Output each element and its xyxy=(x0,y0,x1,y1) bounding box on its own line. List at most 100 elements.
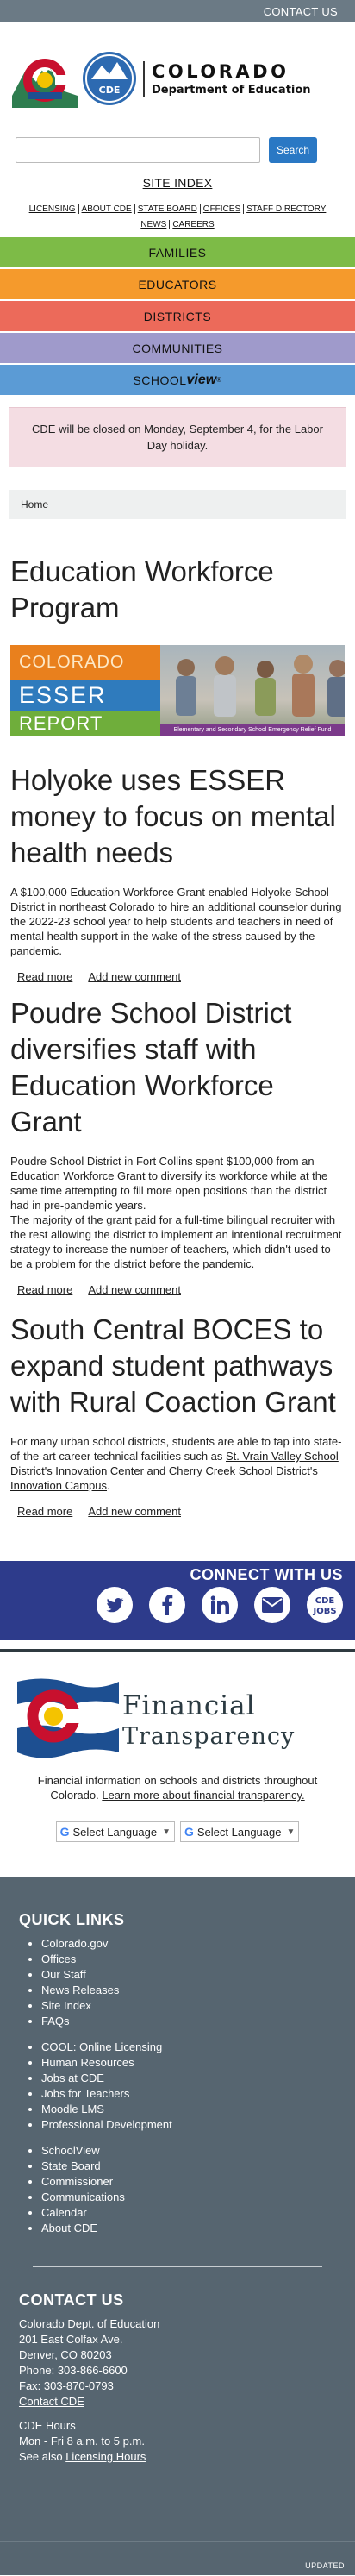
logo-department: Department of Education xyxy=(152,83,311,97)
translate-select-1[interactable]: G Select Language ▼ xyxy=(55,1821,175,1842)
quick-link[interactable]: Moodle LMS xyxy=(41,2103,104,2115)
quick-links-group-3: SchoolView State Board Commissioner Communi… xyxy=(19,2143,336,2236)
financial-learn-more-link[interactable]: Learn more about financial transparency. xyxy=(102,1789,304,1802)
cde-jobs-l1: CDE xyxy=(315,1596,335,1606)
site-logo[interactable]: CDE COLORADO Department of Education xyxy=(0,22,355,135)
util-link-news[interactable]: NEWS xyxy=(138,220,171,229)
quick-link[interactable]: Commissioner xyxy=(41,2175,113,2188)
contact-phone: Phone: 303-866-6600 xyxy=(19,2364,128,2377)
quick-link-item: News Releases xyxy=(41,1983,336,1998)
banner-colorado: COLORADO xyxy=(10,645,160,680)
financial-transparency-logo[interactable]: Financial Transparency xyxy=(10,1673,345,1766)
read-more-link[interactable]: Read more xyxy=(17,970,72,983)
financial-description: Financial information on schools and dis… xyxy=(10,1773,345,1802)
contact-us-link[interactable]: CONTACT US xyxy=(264,5,338,18)
quick-link[interactable]: FAQs xyxy=(41,2015,70,2028)
main-content: Education Workforce Program COLORADO ESS… xyxy=(0,554,355,1518)
quick-link[interactable]: Jobs at CDE xyxy=(41,2071,104,2084)
footer-divider xyxy=(33,2266,322,2267)
add-comment-link[interactable]: Add new comment xyxy=(88,1505,181,1518)
updated-label: UPDATED xyxy=(305,2561,345,2570)
banner-report: REPORT xyxy=(10,711,160,736)
util-link-staff-directory[interactable]: STAFF DIRECTORY xyxy=(244,204,328,214)
schoolview-view: view xyxy=(186,372,217,387)
article-links: Read more Add new comment xyxy=(10,1505,345,1518)
banner-esser: ESSER xyxy=(10,680,160,711)
quick-link[interactable]: Colorado.gov xyxy=(41,1937,108,1950)
contact-link-row: Contact CDE xyxy=(19,2394,336,2410)
nav-communities[interactable]: COMMUNITIES xyxy=(0,333,355,365)
quick-link-item: Human Resources xyxy=(41,2055,336,2071)
translate-select-2[interactable]: G Select Language ▼ xyxy=(180,1821,300,1842)
breadcrumb-home[interactable]: Home xyxy=(21,498,48,511)
chevron-down-icon: ▼ xyxy=(162,1827,171,1837)
article-title[interactable]: Poudre School District diversifies staff… xyxy=(10,995,345,1140)
add-comment-link[interactable]: Add new comment xyxy=(88,970,181,983)
cde-jobs-icon[interactable]: CDE JOBS xyxy=(307,1587,343,1623)
see-also: See also Licensing Hours xyxy=(19,2449,336,2465)
quick-link-item: Calendar xyxy=(41,2205,336,2221)
add-comment-link[interactable]: Add new comment xyxy=(88,1283,181,1296)
search-button[interactable]: Search xyxy=(269,137,317,163)
esser-report-logo: COLORADO ESSER REPORT xyxy=(10,645,160,736)
article-title[interactable]: South Central BOCES to expand student pa… xyxy=(10,1312,345,1420)
quick-link[interactable]: Human Resources xyxy=(41,2056,134,2069)
read-more-link[interactable]: Read more xyxy=(17,1283,72,1296)
esser-report-banner[interactable]: COLORADO ESSER REPORT Elementary and Sec… xyxy=(10,645,345,736)
twitter-icon[interactable] xyxy=(97,1587,133,1623)
chevron-down-icon: ▼ xyxy=(286,1827,296,1837)
logo-marks: CDE xyxy=(10,44,138,113)
util-link-offices[interactable]: OFFICES xyxy=(200,204,245,214)
quick-link[interactable]: Communications xyxy=(41,2191,125,2203)
quick-link[interactable]: SchoolView xyxy=(41,2144,100,2157)
nav-educators[interactable]: EDUCATORS xyxy=(0,269,355,301)
email-icon[interactable] xyxy=(254,1587,290,1623)
article-title[interactable]: Holyoke uses ESSER money to focus on men… xyxy=(10,762,345,871)
nav-districts[interactable]: DISTRICTS xyxy=(0,301,355,333)
contact-cde-link[interactable]: Contact CDE xyxy=(19,2395,84,2408)
licensing-hours-link[interactable]: Licensing Hours xyxy=(65,2450,146,2463)
quick-link[interactable]: COOL: Online Licensing xyxy=(41,2040,162,2053)
quick-link[interactable]: Calendar xyxy=(41,2206,87,2219)
quick-link[interactable]: Professional Development xyxy=(41,2118,172,2131)
article-summary: Poudre School District in Fort Collins s… xyxy=(10,1155,328,1212)
util-link-about-cde[interactable]: ABOUT CDE xyxy=(78,204,135,214)
site-index-link[interactable]: SITE INDEX xyxy=(143,176,213,190)
banner-caption: Elementary and Secondary School Emergenc… xyxy=(160,724,345,736)
site-index: SITE INDEX xyxy=(0,176,355,190)
quick-link-item: Jobs for Teachers xyxy=(41,2086,336,2102)
cde-badge-text: CDE xyxy=(99,85,121,96)
util-link-state-board[interactable]: STATE BOARD xyxy=(134,204,201,214)
linkedin-icon[interactable] xyxy=(202,1587,238,1623)
article-poudre: Poudre School District diversifies staff… xyxy=(10,995,345,1296)
quick-link-item: Jobs at CDE xyxy=(41,2071,336,2086)
quick-link[interactable]: Our Staff xyxy=(41,1968,86,1981)
quick-link[interactable]: Site Index xyxy=(41,1999,91,2012)
google-g-icon: G xyxy=(184,1825,194,1839)
util-link-licensing[interactable]: LICENSING xyxy=(26,204,79,214)
quick-link[interactable]: About CDE xyxy=(41,2222,97,2234)
hours-text: Mon - Fri 8 a.m. to 5 p.m. xyxy=(19,2435,145,2448)
nav-schoolview[interactable]: SCHOOL view ® xyxy=(0,365,355,397)
financial-transparency-wordmark: Financial Transparency xyxy=(122,1690,295,1750)
contact-fax: Fax: 303-870-0793 xyxy=(19,2379,114,2392)
nav-families[interactable]: FAMILIES xyxy=(0,237,355,269)
quick-link-item: Site Index xyxy=(41,1998,336,2014)
quick-link[interactable]: News Releases xyxy=(41,1984,119,1996)
util-link-careers[interactable]: CAREERS xyxy=(170,220,216,229)
logo-text: COLORADO Department of Education xyxy=(143,60,311,97)
quick-link-item: COOL: Online Licensing xyxy=(41,2040,336,2055)
quick-link[interactable]: State Board xyxy=(41,2159,101,2172)
quick-link[interactable]: Offices xyxy=(41,1952,76,1965)
facebook-icon[interactable] xyxy=(149,1587,185,1623)
article-summary-continued: The majority of the grant paid for a ful… xyxy=(10,1213,342,1270)
contact-title: CONTACT US xyxy=(19,2291,124,2309)
read-more-link[interactable]: Read more xyxy=(17,1505,72,1518)
breadcrumb: Home xyxy=(9,490,346,519)
quick-link[interactable]: Jobs for Teachers xyxy=(41,2087,129,2100)
search-input[interactable] xyxy=(16,137,260,163)
google-g-icon: G xyxy=(59,1825,70,1839)
alert-banner: CDE will be closed on Monday, September … xyxy=(9,407,346,467)
main-nav: FAMILIES EDUCATORS DISTRICTS COMMUNITIES… xyxy=(0,237,355,397)
cde-badge-icon: CDE xyxy=(83,52,136,105)
